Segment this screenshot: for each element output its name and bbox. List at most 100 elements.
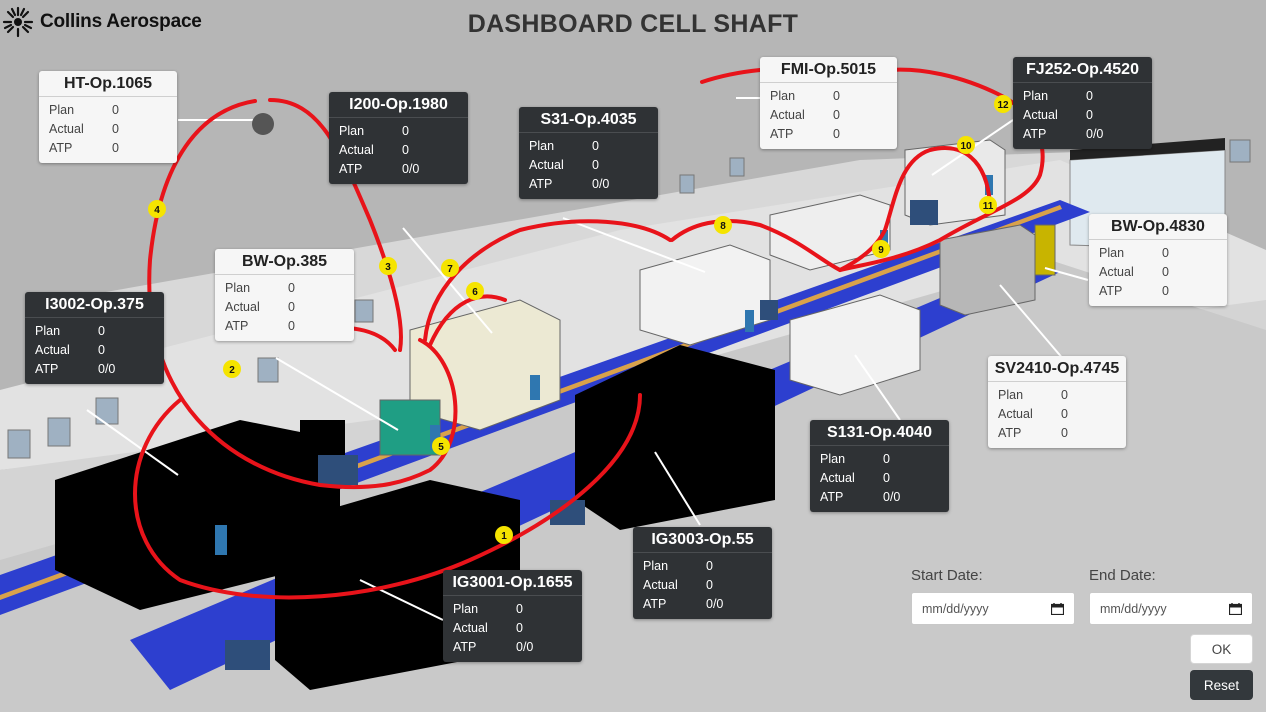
atp-value: 0/0 xyxy=(706,597,724,612)
station-card-ht-op-1065[interactable]: HT-Op.1065 Plan 0 Actual 0 ATP 0 xyxy=(39,71,177,163)
end-date-input[interactable]: mm/dd/yyyy xyxy=(1089,592,1253,625)
plan-value: 0 xyxy=(706,558,713,573)
route-marker-9: 9 xyxy=(878,245,884,256)
station-name: BW-Op.4830 xyxy=(1089,214,1227,240)
station-card-ig3001-op-1655[interactable]: IG3001-Op.1655 Plan 0 Actual 0 ATP 0/0 xyxy=(443,570,582,662)
route-marker-3: 3 xyxy=(385,262,391,273)
route-marker-11: 11 xyxy=(983,201,994,212)
actual-value: 0 xyxy=(288,299,295,314)
route-marker-7: 7 xyxy=(447,264,453,275)
station-card-fmi-op-5015[interactable]: FMI-Op.5015 Plan 0 Actual 0 ATP 0 xyxy=(760,57,897,149)
actual-label: Actual xyxy=(820,470,855,485)
route-marker-6: 6 xyxy=(472,287,478,298)
atp-value: 0/0 xyxy=(592,177,610,192)
actual-value: 0 xyxy=(402,142,409,157)
actual-value: 0 xyxy=(1061,406,1068,421)
plan-label: Plan xyxy=(643,558,669,573)
station-card-sv2410-op-4745[interactable]: SV2410-Op.4745 Plan 0 Actual 0 ATP 0 xyxy=(988,356,1126,448)
atp-value: 0/0 xyxy=(883,490,901,505)
plan-value: 0 xyxy=(402,123,409,138)
atp-label: ATP xyxy=(35,362,59,377)
atp-value: 0/0 xyxy=(1086,127,1104,142)
actual-label: Actual xyxy=(1023,107,1058,122)
plan-label: Plan xyxy=(1023,88,1049,103)
station-card-s131-op-4040[interactable]: S131-Op.4040 Plan 0 Actual 0 ATP 0/0 xyxy=(810,420,949,512)
reset-button[interactable]: Reset xyxy=(1190,670,1253,700)
station-card-bw-op-4830[interactable]: BW-Op.4830 Plan 0 Actual 0 ATP 0 xyxy=(1089,214,1227,306)
plan-label: Plan xyxy=(35,323,61,338)
actual-label: Actual xyxy=(1099,264,1134,279)
actual-value: 0 xyxy=(516,620,523,635)
station-name: S31-Op.4035 xyxy=(519,107,658,133)
atp-value: 0 xyxy=(112,141,119,156)
actual-label: Actual xyxy=(453,620,488,635)
actual-value: 0 xyxy=(1086,107,1093,122)
station-card-i200-op-1980[interactable]: I200-Op.1980 Plan 0 Actual 0 ATP 0/0 xyxy=(329,92,468,184)
route-marker-2: 2 xyxy=(229,365,235,376)
atp-label: ATP xyxy=(820,490,844,505)
plan-value: 0 xyxy=(112,102,119,117)
actual-label: Actual xyxy=(770,107,805,122)
plan-label: Plan xyxy=(339,123,365,138)
station-name: FMI-Op.5015 xyxy=(760,57,897,83)
plan-value: 0 xyxy=(1061,387,1068,402)
actual-label: Actual xyxy=(998,406,1033,421)
station-card-s31-op-4035[interactable]: S31-Op.4035 Plan 0 Actual 0 ATP 0/0 xyxy=(519,107,658,199)
plan-label: Plan xyxy=(529,138,555,153)
actual-label: Actual xyxy=(643,577,678,592)
start-date-placeholder: mm/dd/yyyy xyxy=(922,601,989,616)
station-name: FJ252-Op.4520 xyxy=(1013,57,1152,83)
actual-value: 0 xyxy=(883,470,890,485)
plan-value: 0 xyxy=(592,138,599,153)
plan-label: Plan xyxy=(225,280,251,295)
plan-value: 0 xyxy=(516,601,523,616)
actual-label: Actual xyxy=(225,299,260,314)
station-name: IG3001-Op.1655 xyxy=(443,570,582,596)
start-date-input[interactable]: mm/dd/yyyy xyxy=(911,592,1075,625)
atp-label: ATP xyxy=(998,426,1022,441)
atp-value: 0/0 xyxy=(402,162,420,177)
atp-value: 0/0 xyxy=(98,362,116,377)
station-name: IG3003-Op.55 xyxy=(633,527,772,553)
plan-label: Plan xyxy=(820,451,846,466)
station-card-fj252-op-4520[interactable]: FJ252-Op.4520 Plan 0 Actual 0 ATP 0/0 xyxy=(1013,57,1152,149)
calendar-icon[interactable] xyxy=(1229,602,1242,615)
calendar-icon[interactable] xyxy=(1051,602,1064,615)
page-title: DASHBOARD CELL SHAFT xyxy=(467,10,799,38)
atp-label: ATP xyxy=(643,597,667,612)
actual-value: 0 xyxy=(98,342,105,357)
actual-label: Actual xyxy=(339,142,374,157)
end-date-placeholder: mm/dd/yyyy xyxy=(1100,601,1167,616)
plan-value: 0 xyxy=(288,280,295,295)
station-name: BW-Op.385 xyxy=(215,249,354,275)
plan-label: Plan xyxy=(49,102,75,117)
plan-value: 0 xyxy=(883,451,890,466)
atp-label: ATP xyxy=(1023,127,1047,142)
station-card-bw-op-385[interactable]: BW-Op.385 Plan 0 Actual 0 ATP 0 xyxy=(215,249,354,341)
plan-label: Plan xyxy=(1099,245,1125,260)
station-name: I200-Op.1980 xyxy=(329,92,468,118)
plan-label: Plan xyxy=(998,387,1024,402)
station-name: S131-Op.4040 xyxy=(810,420,949,446)
actual-value: 0 xyxy=(112,121,119,136)
route-marker-10: 10 xyxy=(960,141,972,152)
actual-value: 0 xyxy=(706,577,713,592)
ok-button[interactable]: OK xyxy=(1190,634,1253,664)
station-card-i3002-op-375[interactable]: I3002-Op.375 Plan 0 Actual 0 ATP 0/0 xyxy=(25,292,164,384)
station-card-ig3003-op-55[interactable]: IG3003-Op.55 Plan 0 Actual 0 ATP 0/0 xyxy=(633,527,772,619)
atp-value: 0 xyxy=(288,319,295,334)
plan-label: Plan xyxy=(770,88,796,103)
atp-value: 0 xyxy=(833,127,840,142)
plan-label: Plan xyxy=(453,601,479,616)
route-marker-5: 5 xyxy=(438,442,444,453)
actual-label: Actual xyxy=(35,342,70,357)
atp-label: ATP xyxy=(529,177,553,192)
station-name: HT-Op.1065 xyxy=(39,71,177,97)
atp-label: ATP xyxy=(225,319,249,334)
station-name: SV2410-Op.4745 xyxy=(988,356,1126,382)
actual-label: Actual xyxy=(529,157,564,172)
atp-label: ATP xyxy=(770,127,794,142)
atp-label: ATP xyxy=(453,640,477,655)
plan-value: 0 xyxy=(98,323,105,338)
actual-label: Actual xyxy=(49,121,84,136)
